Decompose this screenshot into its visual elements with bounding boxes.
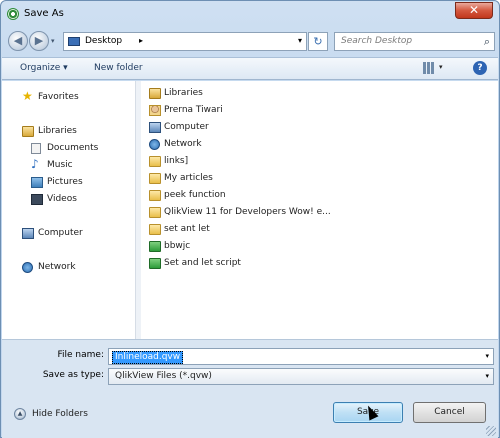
back-button[interactable]: ◀ — [8, 31, 28, 51]
folder-icon — [149, 224, 161, 235]
view-options-dropdown-icon[interactable]: ▾ — [439, 63, 443, 71]
address-location[interactable]: Desktop — [85, 36, 122, 46]
folder-icon — [149, 156, 161, 167]
desktop-icon — [68, 37, 80, 46]
folder-icon — [149, 190, 161, 201]
nav-label: Libraries — [38, 126, 77, 136]
network-icon — [149, 139, 160, 150]
nav-label: Music — [47, 160, 73, 170]
search-input[interactable]: Search Desktop ⌕ — [334, 32, 495, 51]
computer-icon — [22, 228, 34, 239]
save-type-label: Save as type: — [42, 370, 104, 380]
refresh-button[interactable]: ↻ — [308, 32, 328, 51]
file-name: Network — [164, 139, 202, 149]
new-folder-button[interactable]: New folder — [94, 63, 143, 73]
resize-grip[interactable] — [486, 426, 496, 436]
help-icon[interactable]: ? — [473, 61, 487, 75]
recent-locations-dropdown-icon[interactable]: ▾ — [51, 37, 55, 45]
network-icon — [22, 262, 33, 273]
breadcrumb-arrow-icon[interactable]: ▸ — [139, 36, 143, 45]
nav-label: Computer — [38, 228, 83, 238]
title-bar: Save As ✕ — [1, 1, 499, 27]
organize-button[interactable]: Organize ▾ — [20, 63, 68, 73]
file-name-label: File name: — [57, 350, 104, 360]
qlikview-app-icon — [7, 8, 19, 20]
file-name: set ant let — [164, 224, 210, 234]
forward-button[interactable]: ▶ — [29, 31, 49, 51]
file-name: Computer — [164, 122, 209, 132]
save-type-select[interactable]: QlikView Files (*.qvw) ▾ — [108, 368, 494, 385]
cancel-button[interactable]: Cancel — [413, 402, 486, 423]
save-options-panel: File name: Inlineload.qvw ▾ Save as type… — [2, 339, 498, 438]
library-icon — [22, 126, 34, 137]
nav-label: Documents — [47, 143, 99, 153]
pictures-icon — [31, 177, 43, 188]
nav-label: Network — [38, 262, 76, 272]
address-bar[interactable]: Desktop ▸ ▾ — [63, 32, 307, 51]
command-toolbar: Organize ▾ New folder ▾ ? — [2, 57, 498, 80]
nav-label: Videos — [47, 194, 77, 204]
file-name: bbwjc — [164, 241, 191, 251]
file-name: Libraries — [164, 88, 203, 98]
file-name-field[interactable]: Inlineload.qvw ▾ — [108, 348, 494, 365]
file-name-value[interactable]: Inlineload.qvw — [112, 351, 184, 364]
file-name: Prerna Tiwari — [164, 105, 223, 115]
search-placeholder: Search Desktop — [341, 36, 413, 46]
file-name: My articles — [164, 173, 213, 183]
save-type-value: QlikView Files (*.qvw) — [115, 371, 212, 381]
close-button[interactable]: ✕ — [455, 2, 493, 19]
file-name: Set and let script — [164, 258, 241, 268]
address-dropdown-icon[interactable]: ▾ — [298, 36, 302, 45]
window-title: Save As — [24, 8, 64, 19]
qvw-file-icon — [149, 241, 161, 252]
file-list: Libraries Prerna Tiwari Computer Network… — [141, 81, 498, 339]
music-icon: ♪ — [31, 157, 39, 171]
collapse-icon: ▲ — [14, 408, 26, 420]
file-name-dropdown-icon[interactable]: ▾ — [485, 352, 489, 360]
file-name: peek function — [164, 190, 226, 200]
library-icon — [149, 88, 161, 99]
qvw-file-icon — [149, 258, 161, 269]
file-name: links] — [164, 156, 189, 166]
documents-icon — [31, 143, 41, 154]
hide-folders-label: Hide Folders — [32, 409, 88, 419]
save-type-dropdown-icon[interactable]: ▾ — [485, 372, 489, 380]
user-folder-icon — [149, 105, 161, 116]
save-as-dialog: Save As ✕ ◀ ▶ ▾ Desktop ▸ ▾ ↻ Search Des… — [0, 0, 500, 438]
videos-icon — [31, 194, 43, 205]
file-name: QlikView 11 for Developers Wow! e... — [164, 207, 331, 217]
computer-icon — [149, 122, 161, 133]
navigation-pane: ★ Favorites Libraries Documents ♪ Music … — [2, 81, 135, 339]
change-view-icon[interactable] — [423, 62, 435, 74]
folder-icon — [149, 173, 161, 184]
folder-icon — [149, 207, 161, 218]
nav-label: Favorites — [38, 92, 79, 102]
search-icon[interactable]: ⌕ — [484, 35, 490, 49]
nav-label: Pictures — [47, 177, 83, 187]
star-icon: ★ — [22, 89, 33, 103]
